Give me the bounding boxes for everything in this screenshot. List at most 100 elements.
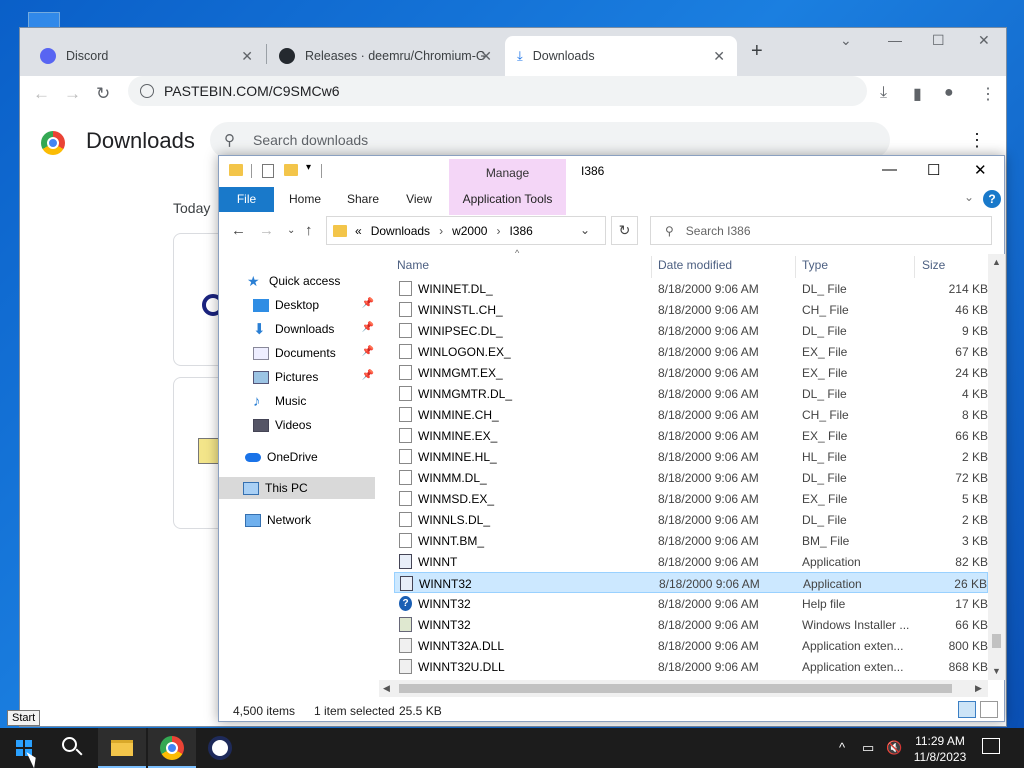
chevron-down-icon[interactable]: ⌄ <box>580 223 590 237</box>
file-row[interactable]: WININSTL.CH_ 8/18/2000 9:06 AM CH_ File 46 … <box>394 299 988 320</box>
file-row[interactable]: WINNLS.DL_ 8/18/2000 9:06 AM DL_ File 2 KB <box>394 509 988 530</box>
file-row[interactable]: WINNT.BM_ 8/18/2000 9:06 AM BM_ File 3 KB <box>394 530 988 551</box>
scroll-thumb[interactable] <box>992 634 1001 648</box>
nav-quick-access[interactable]: ★ Quick access <box>219 270 376 292</box>
column-header-size[interactable]: Size <box>922 258 945 278</box>
maximize-button[interactable]: ☐ <box>927 161 940 179</box>
forward-button[interactable]: → <box>64 84 81 104</box>
column-header-name[interactable]: Name <box>397 258 429 278</box>
breadcrumb-i386[interactable]: I386 <box>509 224 532 238</box>
taskbar-app[interactable] <box>196 728 244 768</box>
nav-this-pc[interactable]: This PC <box>219 477 375 499</box>
chevron-down-icon[interactable]: ⌄ <box>840 32 852 49</box>
pin-icon[interactable]: 📌 <box>362 322 374 333</box>
vertical-scrollbar[interactable]: ▲ ▼ <box>988 254 1005 680</box>
nav-videos[interactable]: Videos <box>219 414 376 436</box>
pin-icon[interactable]: 📌 <box>362 370 374 381</box>
expand-ribbon-icon[interactable]: ⌄ <box>964 190 974 204</box>
file-row[interactable]: WINMINE.CH_ 8/18/2000 9:06 AM CH_ File 8 KB <box>394 404 988 425</box>
file-row[interactable]: WINMSD.EX_ 8/18/2000 9:06 AM EX_ File 5 KB <box>394 488 988 509</box>
column-header-date[interactable]: Date modified <box>658 258 732 278</box>
properties-icon[interactable] <box>262 164 274 178</box>
file-row[interactable]: WINMINE.EX_ 8/18/2000 9:06 AM EX_ File 66 K… <box>394 425 988 446</box>
tab-downloads[interactable]: ⤓ Downloads ✕ <box>505 36 737 76</box>
nav-network[interactable]: Network <box>219 509 376 531</box>
details-view-icon[interactable] <box>958 701 976 718</box>
nav-pictures[interactable]: Pictures 📌 <box>219 366 376 388</box>
tab-file[interactable]: File <box>219 187 274 212</box>
side-panel-icon[interactable]: ▮ <box>913 84 922 104</box>
file-row[interactable]: WINMM.DL_ 8/18/2000 9:06 AM DL_ File 72 KB <box>394 467 988 488</box>
close-button[interactable]: ✕ <box>974 161 987 179</box>
tab-discord[interactable]: Discord ✕ <box>28 36 265 76</box>
scroll-down-icon[interactable]: ▼ <box>992 666 1001 676</box>
back-button[interactable]: ← <box>33 84 50 104</box>
nav-onedrive[interactable]: OneDrive <box>219 446 376 468</box>
file-row[interactable]: WINMINE.HL_ 8/18/2000 9:06 AM HL_ File 2 KB <box>394 446 988 467</box>
nav-downloads[interactable]: ⬇ Downloads 📌 <box>219 318 376 340</box>
address-bar[interactable]: « Downloads › w2000 › I386 ⌄ <box>326 216 606 245</box>
minimize-button[interactable]: — <box>888 32 902 48</box>
file-row[interactable]: WINLOGON.EX_ 8/18/2000 9:06 AM EX_ File 67 … <box>394 341 988 362</box>
recent-locations-icon[interactable]: ⌄ <box>287 225 295 236</box>
search-downloads-input[interactable]: ⚲ Search downloads <box>210 122 890 158</box>
pin-icon[interactable]: 📌 <box>362 298 374 309</box>
site-info-icon[interactable] <box>140 84 154 98</box>
address-bar[interactable]: PASTEBIN.COM/C9SMCw6 <box>128 76 867 106</box>
reload-button[interactable]: ↻ <box>96 84 110 104</box>
more-options-icon[interactable]: ⋮ <box>968 130 986 151</box>
tab-view[interactable]: View <box>395 187 443 212</box>
scroll-left-icon[interactable]: ◀ <box>383 683 390 694</box>
clock[interactable]: 11:29 AM 11/8/2023 <box>900 733 980 765</box>
file-row[interactable]: ? WINNT32 8/18/2000 9:06 AM Help file 17 KB <box>394 593 988 614</box>
taskbar-chrome[interactable] <box>148 728 196 768</box>
new-tab-button[interactable]: + <box>751 40 763 63</box>
file-row[interactable]: WINNT32 8/18/2000 9:06 AM Application 26 KB <box>394 572 988 593</box>
column-separator[interactable] <box>795 256 796 278</box>
close-icon[interactable]: ✕ <box>241 48 253 65</box>
column-separator[interactable] <box>914 256 915 278</box>
column-header-type[interactable]: Type <box>802 258 828 278</box>
help-icon[interactable]: ? <box>983 190 1001 208</box>
search-button[interactable] <box>48 728 96 768</box>
new-folder-icon[interactable] <box>284 164 298 176</box>
refresh-button[interactable]: ↻ <box>611 216 638 245</box>
chevron-up-icon[interactable]: ^ <box>839 740 845 755</box>
download-icon[interactable]: ⤓ <box>880 84 887 102</box>
tab-application-tools[interactable]: Application Tools <box>451 187 564 212</box>
profile-icon[interactable]: ● <box>944 84 954 102</box>
close-icon[interactable]: ✕ <box>480 48 492 65</box>
tab-releases[interactable]: Releases · deemru/Chromium-G ✕ <box>267 36 504 76</box>
file-row[interactable]: WINNT32A.DLL 8/18/2000 9:06 AM Application… <box>394 635 988 656</box>
nav-music[interactable]: ♪ Music <box>219 390 376 412</box>
close-button[interactable]: ✕ <box>978 32 990 49</box>
horizontal-scrollbar[interactable]: ◀ ▶ <box>379 680 988 697</box>
forward-button[interactable]: → <box>259 222 274 239</box>
start-button[interactable] <box>0 728 48 768</box>
nav-documents[interactable]: Documents 📌 <box>219 342 376 364</box>
search-input[interactable]: ⚲ Search I386 <box>650 216 992 245</box>
breadcrumb-w2000[interactable]: w2000 <box>452 224 487 238</box>
up-button[interactable]: ↑ <box>305 222 313 239</box>
file-row[interactable]: WININET.DL_ 8/18/2000 9:06 AM DL_ File 214 … <box>394 278 988 299</box>
tab-share[interactable]: Share <box>339 187 387 212</box>
scroll-up-icon[interactable]: ▲ <box>992 257 1001 267</box>
back-button[interactable]: ← <box>231 222 246 239</box>
file-row[interactable]: WINMGMT.EX_ 8/18/2000 9:06 AM EX_ File 24 K… <box>394 362 988 383</box>
taskbar-file-explorer[interactable] <box>98 728 146 768</box>
file-row[interactable]: WINNT32 8/18/2000 9:06 AM Windows Installe… <box>394 614 988 635</box>
nav-desktop[interactable]: Desktop 📌 <box>219 294 376 316</box>
large-icons-view-icon[interactable] <box>980 701 998 718</box>
menu-icon[interactable]: ⋮ <box>980 84 996 104</box>
scroll-right-icon[interactable]: ▶ <box>975 683 982 694</box>
manage-label[interactable]: Manage <box>449 166 566 180</box>
column-separator[interactable] <box>651 256 652 278</box>
minimize-button[interactable]: — <box>882 161 897 178</box>
scroll-thumb[interactable] <box>399 684 952 693</box>
tab-home[interactable]: Home <box>281 187 329 212</box>
notification-icon[interactable] <box>982 738 1000 754</box>
file-row[interactable]: WINNT32U.DLL 8/18/2000 9:06 AM Application… <box>394 656 988 677</box>
file-row[interactable]: WINIPSEC.DL_ 8/18/2000 9:06 AM DL_ File 9 K… <box>394 320 988 341</box>
maximize-button[interactable]: ☐ <box>932 32 945 49</box>
breadcrumb-downloads[interactable]: Downloads <box>371 224 430 238</box>
